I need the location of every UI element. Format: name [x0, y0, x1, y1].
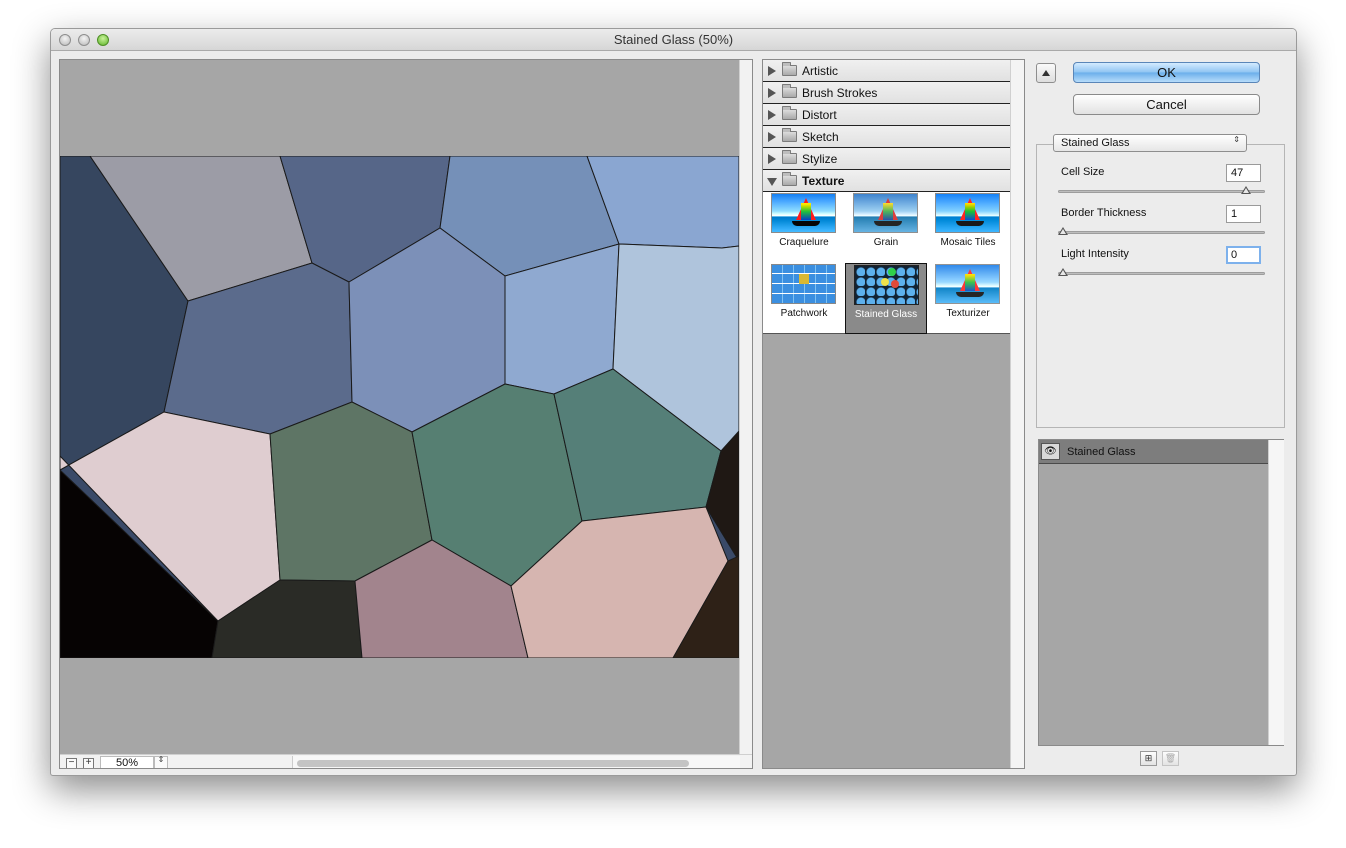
zoom-in-button[interactable]: +: [83, 758, 94, 768]
filter-thumb-mosaic-tiles[interactable]: Mosaic Tiles: [927, 192, 1009, 263]
sailboat-thumbnail-icon: [853, 193, 918, 233]
folder-icon: [782, 128, 797, 142]
cell-size-slider[interactable]: [1058, 186, 1265, 194]
preview-status-bar: − + 50% ⇕: [60, 754, 752, 768]
preview-horizontal-scrollbar[interactable]: [292, 756, 740, 768]
category-artistic[interactable]: Artistic: [763, 60, 1010, 82]
open-folder-icon: [782, 172, 797, 186]
zoom-out-button[interactable]: −: [66, 758, 77, 768]
close-window-button[interactable]: [59, 34, 71, 46]
effect-layer-name: Stained Glass: [1067, 446, 1136, 458]
cell-size-field[interactable]: 47: [1226, 164, 1261, 182]
zoom-window-button[interactable]: [97, 34, 109, 46]
cancel-button[interactable]: Cancel: [1073, 94, 1260, 115]
folder-icon: [782, 150, 797, 164]
ok-button[interactable]: OK: [1073, 62, 1260, 83]
category-stylize[interactable]: Stylize: [763, 148, 1010, 170]
folder-icon: [782, 62, 797, 76]
category-sketch[interactable]: Sketch: [763, 126, 1010, 148]
chevron-updown-icon: ⇕: [1233, 135, 1240, 144]
folder-icon: [782, 106, 797, 120]
cell-size-label: Cell Size: [1061, 166, 1105, 178]
sailboat-thumbnail-icon: [935, 264, 1000, 304]
folder-icon: [782, 84, 797, 98]
texture-thumbnails: Craquelure Grain Mosaic Tiles Patchwork …: [763, 192, 1010, 334]
disclosure-triangle-icon: [768, 88, 776, 98]
border-thickness-field[interactable]: 1: [1226, 205, 1261, 223]
border-thickness-slider[interactable]: [1058, 227, 1265, 235]
category-distort[interactable]: Distort: [763, 104, 1010, 126]
preview-image: [60, 156, 739, 658]
category-texture[interactable]: Texture: [763, 170, 1010, 192]
slider-knob-icon[interactable]: [1241, 186, 1252, 194]
light-intensity-slider[interactable]: [1058, 268, 1265, 276]
preview-pane[interactable]: − + 50% ⇕: [59, 59, 753, 769]
window-title: Stained Glass (50%): [613, 32, 734, 47]
filter-select-dropdown[interactable]: Stained Glass ⇕: [1053, 134, 1247, 152]
category-brush-strokes[interactable]: Brush Strokes: [763, 82, 1010, 104]
eye-icon[interactable]: 👁: [1041, 443, 1060, 460]
layers-scrollbar[interactable]: [1268, 440, 1284, 745]
disclosure-triangle-icon: [768, 110, 776, 120]
slider-knob-icon[interactable]: [1058, 268, 1068, 276]
filter-thumb-grain[interactable]: Grain: [845, 192, 927, 263]
filter-thumb-texturizer[interactable]: Texturizer: [927, 263, 1009, 334]
zoom-stepper[interactable]: ⇕: [154, 756, 168, 768]
border-thickness-label: Border Thickness: [1061, 207, 1147, 219]
sailboat-thumbnail-icon: [935, 193, 1000, 233]
patchwork-thumbnail-icon: [771, 264, 836, 304]
new-effect-layer-icon[interactable]: ⊞: [1140, 751, 1157, 766]
collapse-gallery-button[interactable]: [1036, 63, 1056, 83]
filter-thumb-stained-glass[interactable]: Stained Glass: [845, 263, 927, 334]
stained-glass-thumbnail-icon: [854, 265, 919, 305]
sailboat-thumbnail-icon: [771, 193, 836, 233]
filter-gallery-window: Stained Glass (50%) − + 50% ⇕ Artistic B…: [50, 28, 1297, 776]
disclosure-triangle-icon: [768, 132, 776, 142]
filter-thumb-craquelure[interactable]: Craquelure: [763, 192, 845, 263]
zoom-level-field[interactable]: 50%: [100, 756, 154, 768]
filter-browser: Artistic Brush Strokes Distort Sketch St…: [762, 59, 1025, 769]
title-bar: Stained Glass (50%): [51, 29, 1296, 51]
light-intensity-field[interactable]: 0: [1226, 246, 1261, 264]
horizontal-scroll-thumb[interactable]: [297, 760, 689, 767]
disclosure-triangle-icon: [768, 154, 776, 164]
minimize-window-button[interactable]: [78, 34, 90, 46]
effect-layer-row[interactable]: 👁 Stained Glass: [1039, 440, 1268, 464]
delete-effect-layer-icon[interactable]: 🗑: [1162, 751, 1179, 766]
filter-thumb-patchwork[interactable]: Patchwork: [763, 263, 845, 334]
filter-browser-scrollbar[interactable]: [1010, 60, 1024, 768]
preview-vertical-scrollbar[interactable]: [739, 60, 752, 754]
disclosure-triangle-open-icon: [767, 178, 777, 186]
light-intensity-label: Light Intensity: [1061, 248, 1129, 260]
slider-knob-icon[interactable]: [1058, 227, 1068, 235]
disclosure-triangle-icon: [768, 66, 776, 76]
effect-layers-panel: 👁 Stained Glass: [1038, 439, 1284, 746]
